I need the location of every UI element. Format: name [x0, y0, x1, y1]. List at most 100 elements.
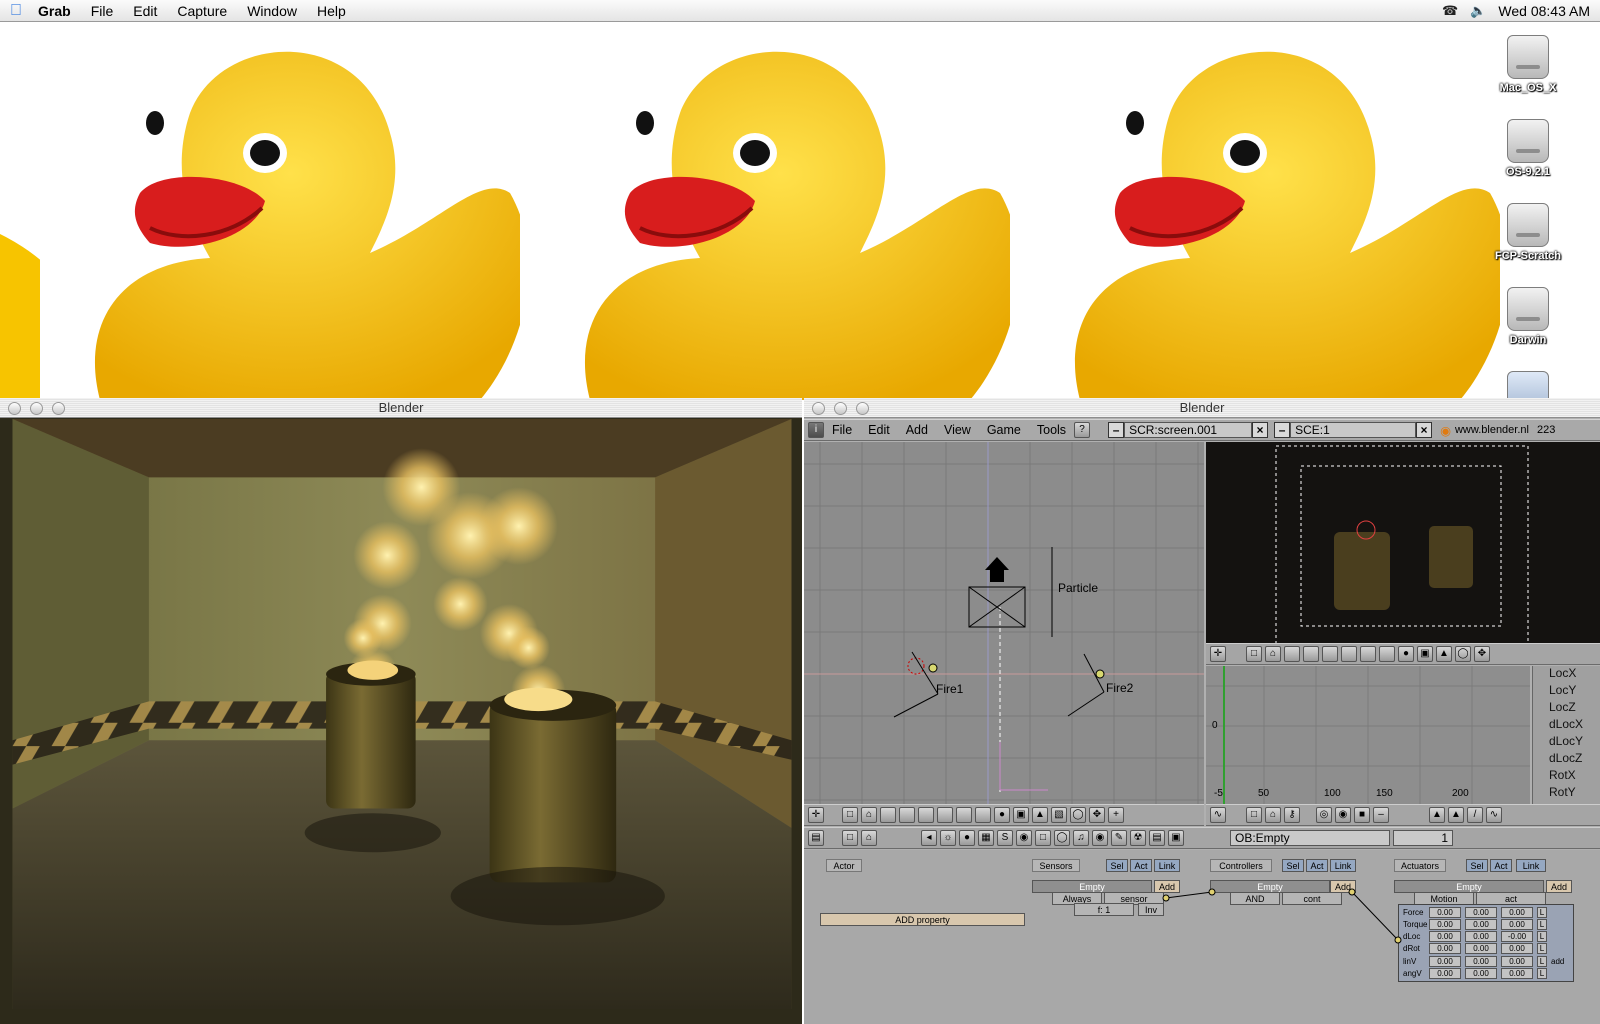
minimize-button[interactable] [834, 402, 847, 415]
blender-menu-tools[interactable]: Tools [1037, 423, 1066, 437]
layer-1-button[interactable] [1284, 646, 1300, 662]
layer-6-button[interactable] [975, 807, 991, 823]
layer-2-button[interactable] [1303, 646, 1319, 662]
menu-clock[interactable]: Wed 08:43 AM [1498, 3, 1590, 19]
layer-3-button[interactable] [1322, 646, 1338, 662]
scene-name-field[interactable]: SCE:1 [1290, 422, 1417, 438]
layer-5-button[interactable] [1360, 646, 1376, 662]
ipo-channel[interactable]: RotY [1549, 785, 1576, 799]
ipo-object-icon[interactable]: ◎ [1316, 807, 1332, 823]
menu-app-name[interactable]: Grab [38, 3, 71, 19]
view-persp-icon[interactable]: ▣ [1417, 646, 1433, 662]
full-window-icon[interactable]: □ [1246, 807, 1262, 823]
drive-fcp-scratch[interactable]: FCP-Scratch [1492, 203, 1564, 262]
layer-2-button[interactable] [899, 807, 915, 823]
drive-extra[interactable] [1492, 371, 1564, 400]
ipo-channel[interactable]: LocZ [1549, 700, 1576, 714]
texture-buttons-icon[interactable]: ▦ [978, 830, 994, 846]
blender-menu-add[interactable]: Add [906, 423, 928, 437]
menu-window[interactable]: Window [247, 3, 297, 19]
realtime-buttons-icon[interactable]: ◉ [1016, 830, 1032, 846]
screen-name-field[interactable]: SCR:screen.001 [1124, 422, 1253, 438]
object-number-field[interactable]: 1 [1393, 830, 1453, 846]
phone-icon[interactable]: ☎ [1442, 3, 1458, 19]
view-buttons-icon[interactable]: ◂ [921, 830, 937, 846]
zoom-button[interactable] [856, 402, 869, 415]
home-icon[interactable]: ⌂ [1265, 646, 1281, 662]
lock-icon[interactable]: ● [994, 807, 1010, 823]
draw-type-icon[interactable]: ▲ [1032, 807, 1048, 823]
full-window-icon[interactable]: □ [842, 807, 858, 823]
game-render-viewport[interactable] [2, 419, 802, 1009]
full-window-icon[interactable]: □ [842, 830, 858, 846]
material-buttons-icon[interactable]: ● [959, 830, 975, 846]
lock-icon[interactable]: ● [1398, 646, 1414, 662]
render-window-titlebar[interactable]: Blender [0, 398, 802, 418]
zoom-icon[interactable]: ◯ [1070, 807, 1086, 823]
menu-edit[interactable]: Edit [133, 3, 157, 19]
home-icon[interactable]: ⌂ [861, 807, 877, 823]
layer-5-button[interactable] [956, 807, 972, 823]
extrapolate-icon[interactable]: / [1467, 807, 1483, 823]
view3d-type-icon[interactable]: ✛ [808, 807, 824, 823]
drive-mac-os-x[interactable]: Mac_OS_X [1492, 35, 1564, 94]
blender-menu-game[interactable]: Game [987, 423, 1021, 437]
close-button[interactable] [812, 402, 825, 415]
constraint-buttons-icon[interactable]: ◯ [1054, 830, 1070, 846]
render-buttons-icon[interactable]: ▣ [1168, 830, 1184, 846]
apple-menu-icon[interactable]:  [0, 2, 32, 20]
minimize-button[interactable] [30, 402, 43, 415]
delete-scene-button[interactable]: × [1416, 422, 1433, 438]
menu-help[interactable]: Help [317, 3, 346, 19]
copy-icon[interactable]: ▲ [1448, 807, 1464, 823]
ipo-type-icon[interactable]: ∿ [1210, 807, 1226, 823]
sound-buttons-icon[interactable]: ♫ [1073, 830, 1089, 846]
help-icon[interactable]: ? [1074, 422, 1091, 438]
blender-menu-edit[interactable]: Edit [868, 423, 890, 437]
blender-menu-view[interactable]: View [944, 423, 971, 437]
interpolation-icon[interactable]: ∿ [1486, 807, 1502, 823]
volume-icon[interactable]: 🔈 [1470, 3, 1486, 19]
delete-screen-button[interactable]: × [1252, 422, 1269, 438]
minus-icon[interactable]: – [1373, 807, 1389, 823]
ipo-channel[interactable]: LocY [1549, 683, 1576, 697]
view3d-type-icon[interactable]: ✛ [1210, 646, 1226, 662]
layer-6-button[interactable] [1379, 646, 1395, 662]
animation-buttons-icon[interactable]: S [997, 830, 1013, 846]
ipo-channel[interactable]: dLocY [1549, 734, 1583, 748]
add-view-icon[interactable]: + [1108, 807, 1124, 823]
full-window-icon[interactable]: □ [1246, 646, 1262, 662]
menu-file[interactable]: File [91, 3, 114, 19]
blender-window-titlebar[interactable]: Blender [804, 398, 1600, 418]
layer-4-button[interactable] [937, 807, 953, 823]
blender-menu-file[interactable]: File [832, 423, 852, 437]
screen-browse-icon[interactable]: – [1108, 422, 1125, 438]
script-buttons-icon[interactable]: ▤ [1149, 830, 1165, 846]
layer-4-button[interactable] [1341, 646, 1357, 662]
radiosity-buttons-icon[interactable]: ☢ [1130, 830, 1146, 846]
3d-viewport[interactable]: Particle Fire1 Fire2 [804, 442, 1204, 804]
ipo-world-icon[interactable]: ◉ [1335, 807, 1351, 823]
ipo-curve-editor[interactable]: 0 -5 50 100 150 200 [1206, 666, 1530, 804]
ipo-channel[interactable]: dLocX [1549, 717, 1583, 731]
zoom-icon[interactable]: ◯ [1455, 646, 1471, 662]
object-name-field[interactable]: OB:Empty [1230, 830, 1390, 846]
layer-1-button[interactable] [880, 807, 896, 823]
camera-view[interactable] [1206, 442, 1600, 646]
menu-capture[interactable]: Capture [177, 3, 227, 19]
buttons-type-icon[interactable]: ▤ [808, 830, 824, 846]
close-button[interactable] [8, 402, 21, 415]
drive-darwin[interactable]: Darwin [1492, 287, 1564, 346]
pivot-icon[interactable]: ▧ [1051, 807, 1067, 823]
home-icon[interactable]: ⌂ [861, 830, 877, 846]
paint-buttons-icon[interactable]: ✎ [1111, 830, 1127, 846]
lamp-buttons-icon[interactable]: ☼ [940, 830, 956, 846]
home-icon[interactable]: ⌂ [1265, 807, 1281, 823]
scene-browse-icon[interactable]: – [1274, 422, 1291, 438]
ipo-channel[interactable]: RotX [1549, 768, 1576, 782]
drive-os-9[interactable]: OS-9.2.1 [1492, 119, 1564, 178]
ipo-channel[interactable]: LocX [1549, 666, 1576, 680]
window-type-icon[interactable]: i [808, 422, 824, 438]
layer-3-button[interactable] [918, 807, 934, 823]
view-persp-icon[interactable]: ▣ [1013, 807, 1029, 823]
